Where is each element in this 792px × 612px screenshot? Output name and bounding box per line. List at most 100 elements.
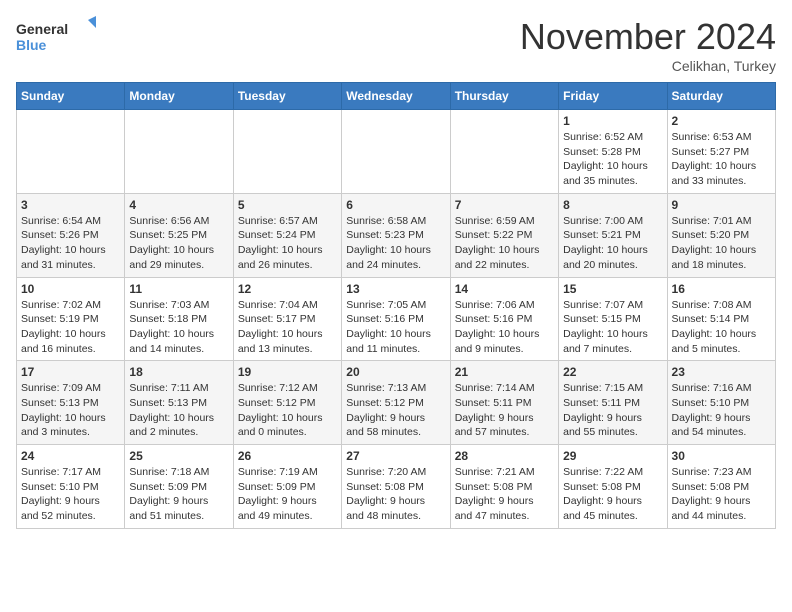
calendar-cell: 9Sunrise: 7:01 AM Sunset: 5:20 PM Daylig… <box>667 193 775 277</box>
day-info: Sunrise: 7:15 AM Sunset: 5:11 PM Dayligh… <box>563 381 662 440</box>
location: Celikhan, Turkey <box>520 58 776 74</box>
day-number: 28 <box>455 449 554 463</box>
calendar-cell: 8 Sunrise: 7:00 AM Sunset: 5:21 PM Daylig… <box>559 193 667 277</box>
calendar-cell: 21 Sunrise: 7:14 AM Sunset: 5:11 PM Dayli… <box>450 361 558 445</box>
weekday-header-tuesday: Tuesday <box>233 83 341 110</box>
day-number: 15 <box>563 282 662 296</box>
day-info: Sunrise: 7:23 AM Sunset: 5:08 PM Dayligh… <box>672 465 771 524</box>
day-number: 25 <box>129 449 228 463</box>
calendar-week-row: 10 Sunrise: 7:02 AM Sunset: 5:19 PM Dayli… <box>17 277 776 361</box>
calendar-week-row: 1 Sunrise: 6:52 AM Sunset: 5:28 PM Daylig… <box>17 110 776 194</box>
calendar-cell: 16 Sunrise: 7:08 AM Sunset: 5:14 PM Dayli… <box>667 277 775 361</box>
day-info: Sunrise: 7:05 AM Sunset: 5:16 PM Dayligh… <box>346 298 445 357</box>
page-header: General Blue November 2024 Celikhan, Tur… <box>16 16 776 74</box>
day-number: 14 <box>455 282 554 296</box>
day-number: 11 <box>129 282 228 296</box>
day-info: Sunrise: 7:00 AM Sunset: 5:21 PM Dayligh… <box>563 214 662 273</box>
day-number: 22 <box>563 365 662 379</box>
day-info: Sunrise: 7:09 AM Sunset: 5:13 PM Dayligh… <box>21 381 120 440</box>
calendar-cell: 4Sunrise: 6:56 AM Sunset: 5:25 PM Daylig… <box>125 193 233 277</box>
calendar-week-row: 17 Sunrise: 7:09 AM Sunset: 5:13 PM Dayli… <box>17 361 776 445</box>
svg-text:Blue: Blue <box>16 37 47 53</box>
day-number: 10 <box>21 282 120 296</box>
day-info: Sunrise: 7:03 AM Sunset: 5:18 PM Dayligh… <box>129 298 228 357</box>
day-number: 1 <box>563 114 662 128</box>
calendar-cell <box>342 110 450 194</box>
day-info: Sunrise: 7:16 AM Sunset: 5:10 PM Dayligh… <box>672 381 771 440</box>
day-number: 2 <box>672 114 771 128</box>
day-number: 8 <box>563 198 662 212</box>
calendar-cell: 24 Sunrise: 7:17 AM Sunset: 5:10 PM Dayli… <box>17 445 125 529</box>
calendar-cell: 6 Sunrise: 6:58 AM Sunset: 5:23 PM Daylig… <box>342 193 450 277</box>
day-number: 17 <box>21 365 120 379</box>
month-title: November 2024 <box>520 16 776 58</box>
title-block: November 2024 Celikhan, Turkey <box>520 16 776 74</box>
day-number: 24 <box>21 449 120 463</box>
day-info: Sunrise: 7:14 AM Sunset: 5:11 PM Dayligh… <box>455 381 554 440</box>
day-number: 6 <box>346 198 445 212</box>
calendar-cell: 19 Sunrise: 7:12 AM Sunset: 5:12 PM Dayli… <box>233 361 341 445</box>
calendar-cell: 11 Sunrise: 7:03 AM Sunset: 5:18 PM Dayli… <box>125 277 233 361</box>
calendar-week-row: 24 Sunrise: 7:17 AM Sunset: 5:10 PM Dayli… <box>17 445 776 529</box>
day-info: Sunrise: 6:54 AM Sunset: 5:26 PM Dayligh… <box>21 214 120 273</box>
day-info: Sunrise: 7:20 AM Sunset: 5:08 PM Dayligh… <box>346 465 445 524</box>
day-info: Sunrise: 7:07 AM Sunset: 5:15 PM Dayligh… <box>563 298 662 357</box>
day-info: Sunrise: 6:57 AM Sunset: 5:24 PM Dayligh… <box>238 214 337 273</box>
day-number: 3 <box>21 198 120 212</box>
calendar-cell: 26Sunrise: 7:19 AM Sunset: 5:09 PM Dayli… <box>233 445 341 529</box>
calendar-header-row: SundayMondayTuesdayWednesdayThursdayFrid… <box>17 83 776 110</box>
day-number: 27 <box>346 449 445 463</box>
day-info: Sunrise: 7:11 AM Sunset: 5:13 PM Dayligh… <box>129 381 228 440</box>
day-info: Sunrise: 6:58 AM Sunset: 5:23 PM Dayligh… <box>346 214 445 273</box>
calendar-table: SundayMondayTuesdayWednesdayThursdayFrid… <box>16 82 776 529</box>
logo-svg: General Blue <box>16 16 96 56</box>
day-info: Sunrise: 7:17 AM Sunset: 5:10 PM Dayligh… <box>21 465 120 524</box>
day-number: 20 <box>346 365 445 379</box>
calendar-cell <box>17 110 125 194</box>
calendar-cell: 29 Sunrise: 7:22 AM Sunset: 5:08 PM Dayli… <box>559 445 667 529</box>
calendar-cell: 30 Sunrise: 7:23 AM Sunset: 5:08 PM Dayli… <box>667 445 775 529</box>
day-info: Sunrise: 6:52 AM Sunset: 5:28 PM Dayligh… <box>563 130 662 189</box>
calendar-cell: 25Sunrise: 7:18 AM Sunset: 5:09 PM Dayli… <box>125 445 233 529</box>
day-info: Sunrise: 7:22 AM Sunset: 5:08 PM Dayligh… <box>563 465 662 524</box>
day-number: 18 <box>129 365 228 379</box>
day-info: Sunrise: 6:59 AM Sunset: 5:22 PM Dayligh… <box>455 214 554 273</box>
weekday-header-thursday: Thursday <box>450 83 558 110</box>
logo: General Blue <box>16 16 96 56</box>
day-number: 30 <box>672 449 771 463</box>
day-number: 26 <box>238 449 337 463</box>
calendar-cell: 22 Sunrise: 7:15 AM Sunset: 5:11 PM Dayli… <box>559 361 667 445</box>
calendar-cell: 10 Sunrise: 7:02 AM Sunset: 5:19 PM Dayli… <box>17 277 125 361</box>
weekday-header-saturday: Saturday <box>667 83 775 110</box>
calendar-cell: 18 Sunrise: 7:11 AM Sunset: 5:13 PM Dayli… <box>125 361 233 445</box>
calendar-cell: 13Sunrise: 7:05 AM Sunset: 5:16 PM Dayli… <box>342 277 450 361</box>
calendar-cell <box>125 110 233 194</box>
day-info: Sunrise: 6:53 AM Sunset: 5:27 PM Dayligh… <box>672 130 771 189</box>
day-info: Sunrise: 7:12 AM Sunset: 5:12 PM Dayligh… <box>238 381 337 440</box>
day-info: Sunrise: 7:02 AM Sunset: 5:19 PM Dayligh… <box>21 298 120 357</box>
day-info: Sunrise: 6:56 AM Sunset: 5:25 PM Dayligh… <box>129 214 228 273</box>
weekday-header-monday: Monday <box>125 83 233 110</box>
calendar-cell <box>233 110 341 194</box>
calendar-cell: 2 Sunrise: 6:53 AM Sunset: 5:27 PM Daylig… <box>667 110 775 194</box>
calendar-cell: 1 Sunrise: 6:52 AM Sunset: 5:28 PM Daylig… <box>559 110 667 194</box>
weekday-header-friday: Friday <box>559 83 667 110</box>
calendar-cell: 3 Sunrise: 6:54 AM Sunset: 5:26 PM Daylig… <box>17 193 125 277</box>
calendar-cell: 17 Sunrise: 7:09 AM Sunset: 5:13 PM Dayli… <box>17 361 125 445</box>
day-info: Sunrise: 7:21 AM Sunset: 5:08 PM Dayligh… <box>455 465 554 524</box>
day-info: Sunrise: 7:13 AM Sunset: 5:12 PM Dayligh… <box>346 381 445 440</box>
calendar-cell: 7 Sunrise: 6:59 AM Sunset: 5:22 PM Daylig… <box>450 193 558 277</box>
day-number: 21 <box>455 365 554 379</box>
svg-text:General: General <box>16 21 68 37</box>
day-info: Sunrise: 7:04 AM Sunset: 5:17 PM Dayligh… <box>238 298 337 357</box>
calendar-cell: 14Sunrise: 7:06 AM Sunset: 5:16 PM Dayli… <box>450 277 558 361</box>
calendar-cell: 28 Sunrise: 7:21 AM Sunset: 5:08 PM Dayli… <box>450 445 558 529</box>
day-info: Sunrise: 7:08 AM Sunset: 5:14 PM Dayligh… <box>672 298 771 357</box>
calendar-week-row: 3 Sunrise: 6:54 AM Sunset: 5:26 PM Daylig… <box>17 193 776 277</box>
day-number: 29 <box>563 449 662 463</box>
day-number: 7 <box>455 198 554 212</box>
day-number: 16 <box>672 282 771 296</box>
calendar-cell <box>450 110 558 194</box>
day-number: 19 <box>238 365 337 379</box>
day-info: Sunrise: 7:01 AM Sunset: 5:20 PM Dayligh… <box>672 214 771 273</box>
